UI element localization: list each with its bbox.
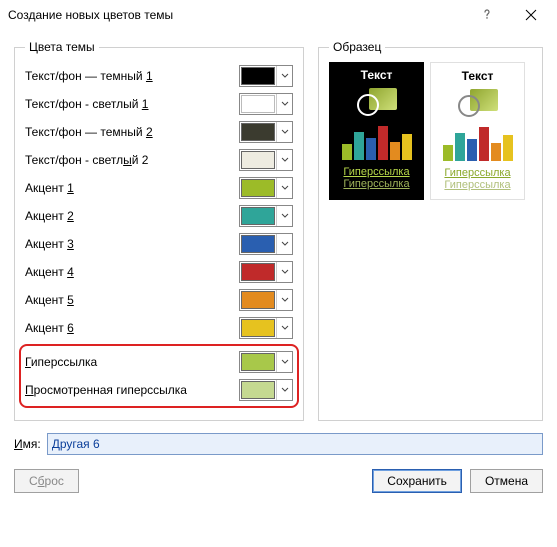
color-label: Акцент 4 xyxy=(25,265,239,279)
color-label: Гиперссылка xyxy=(25,355,239,369)
sample-legend: Образец xyxy=(329,40,385,54)
chevron-down-icon xyxy=(276,66,292,86)
preview-visited-hyperlink: Гиперссылка xyxy=(435,179,520,191)
color-row-text-dark1: Текст/фон — темный 1 xyxy=(25,62,293,90)
color-row-accent1: Акцент 1 xyxy=(25,174,293,202)
color-label: Акцент 1 xyxy=(25,181,239,195)
color-picker-hyperlink[interactable] xyxy=(239,351,293,373)
name-row: Имя: xyxy=(14,433,543,455)
color-row-text-light1: Текст/фон - светлый 1 xyxy=(25,90,293,118)
color-row-accent5: Акцент 5 xyxy=(25,286,293,314)
dialog-body: Цвета темы Текст/фон — темный 1 Текст/фо… xyxy=(0,30,557,507)
chevron-down-icon xyxy=(276,262,292,282)
chevron-down-icon xyxy=(276,352,292,372)
color-label: Акцент 2 xyxy=(25,209,239,223)
sample-group: Образец Текст Гиперссылка Гиперссылка Те… xyxy=(318,40,543,421)
chevron-down-icon xyxy=(276,122,292,142)
theme-colors-group: Цвета темы Текст/фон — темный 1 Текст/фо… xyxy=(14,40,304,421)
color-picker-accent6[interactable] xyxy=(239,317,293,339)
color-picker-accent2[interactable] xyxy=(239,205,293,227)
color-label: Просмотренная гиперссылка xyxy=(25,383,239,397)
color-picker-text-light2[interactable] xyxy=(239,149,293,171)
chevron-down-icon xyxy=(276,94,292,114)
preview-visited-hyperlink: Гиперссылка xyxy=(333,178,420,190)
color-picker-accent4[interactable] xyxy=(239,261,293,283)
color-picker-text-dark1[interactable] xyxy=(239,65,293,87)
chevron-down-icon xyxy=(276,290,292,310)
chevron-down-icon xyxy=(276,318,292,338)
color-row-accent3: Акцент 3 xyxy=(25,230,293,258)
color-picker-accent3[interactable] xyxy=(239,233,293,255)
footer: Сброс Сохранить Отмена xyxy=(14,469,543,493)
preview-hyperlink: Гиперссылка xyxy=(435,167,520,179)
preview-shape-icon xyxy=(357,88,397,116)
highlighted-region: Гиперссылка Просмотренная гиперссылка xyxy=(19,344,299,408)
color-picker-accent1[interactable] xyxy=(239,177,293,199)
preview-container: Текст Гиперссылка Гиперссылка Текст Гипе… xyxy=(329,62,532,200)
color-row-visited-hyperlink: Просмотренная гиперссылка xyxy=(25,376,293,404)
color-label: Текст/фон - светлый 1 xyxy=(25,97,239,111)
theme-colors-legend: Цвета темы xyxy=(25,40,99,54)
chevron-down-icon xyxy=(276,380,292,400)
chevron-down-icon xyxy=(276,150,292,170)
preview-title: Текст xyxy=(333,68,420,82)
color-row-text-light2: Текст/фон - светлый 2 xyxy=(25,146,293,174)
color-label: Текст/фон — темный 1 xyxy=(25,69,239,83)
color-label: Текст/фон - светлый 2 xyxy=(25,153,239,167)
preview-dark: Текст Гиперссылка Гиперссылка xyxy=(329,62,424,200)
name-input[interactable] xyxy=(47,433,543,455)
save-button[interactable]: Сохранить xyxy=(372,469,462,493)
color-label: Акцент 5 xyxy=(25,293,239,307)
close-button[interactable] xyxy=(509,1,553,29)
cancel-button[interactable]: Отмена xyxy=(470,469,543,493)
color-row-text-dark2: Текст/фон — темный 2 xyxy=(25,118,293,146)
color-picker-accent5[interactable] xyxy=(239,289,293,311)
preview-light: Текст Гиперссылка Гиперссылка xyxy=(430,62,525,200)
color-row-accent6: Акцент 6 xyxy=(25,314,293,342)
color-picker-text-dark2[interactable] xyxy=(239,121,293,143)
color-row-accent4: Акцент 4 xyxy=(25,258,293,286)
name-label: Имя: xyxy=(14,437,41,451)
chevron-down-icon xyxy=(276,206,292,226)
color-label: Акцент 3 xyxy=(25,237,239,251)
color-picker-visited-hyperlink[interactable] xyxy=(239,379,293,401)
chevron-down-icon xyxy=(276,178,292,198)
preview-chart-icon xyxy=(333,122,420,160)
titlebar: Создание новых цветов темы xyxy=(0,0,557,30)
dialog-title: Создание новых цветов темы xyxy=(8,8,465,22)
color-row-hyperlink: Гиперссылка xyxy=(25,348,293,376)
color-row-accent2: Акцент 2 xyxy=(25,202,293,230)
preview-shape-icon xyxy=(458,89,498,117)
color-picker-text-light1[interactable] xyxy=(239,93,293,115)
preview-title: Текст xyxy=(435,69,520,83)
color-label: Текст/фон — темный 2 xyxy=(25,125,239,139)
color-label: Акцент 6 xyxy=(25,321,239,335)
preview-chart-icon xyxy=(435,123,520,161)
preview-hyperlink: Гиперссылка xyxy=(333,166,420,178)
reset-button[interactable]: Сброс xyxy=(14,469,79,493)
help-button[interactable] xyxy=(465,1,509,29)
chevron-down-icon xyxy=(276,234,292,254)
